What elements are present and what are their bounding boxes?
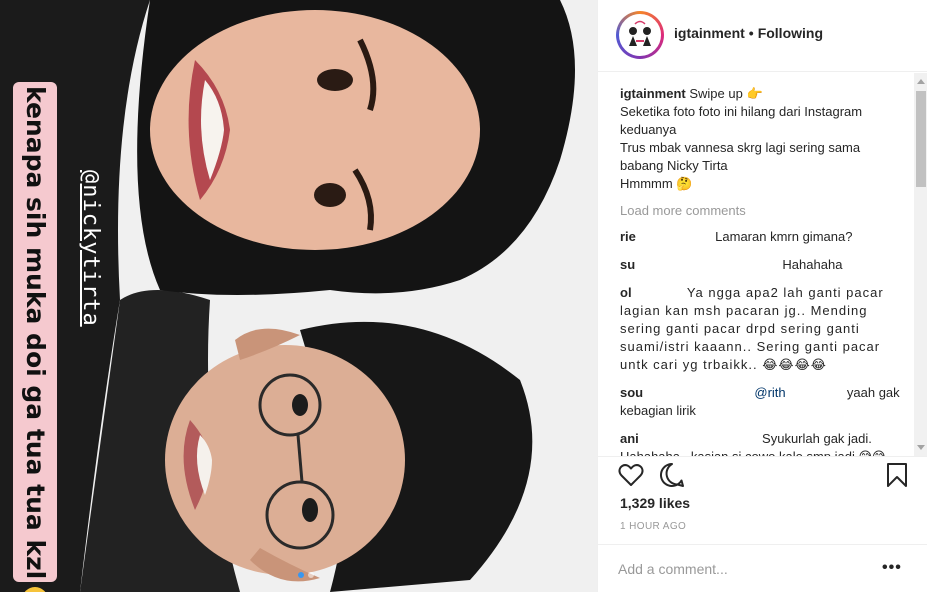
caption-username[interactable]: igtainment: [620, 86, 686, 101]
add-comment-bar: •••: [598, 544, 927, 592]
caption-first-line: Swipe up 👉: [689, 86, 763, 101]
header-username[interactable]: igtainment: [674, 25, 745, 41]
caption-line: keduanya: [620, 122, 677, 137]
comment: sou @rith yaah gak kebagian lirik: [620, 384, 905, 420]
comment-mention[interactable]: @rith: [754, 385, 785, 400]
add-comment-input[interactable]: [618, 559, 858, 579]
post-caption: igtainment Swipe up 👉 Seketika foto foto…: [620, 85, 905, 193]
crying-face-emoji-icon: [22, 587, 48, 592]
comment: ol Ya ngga apa2 lah ganti pacar lagian k…: [620, 284, 905, 374]
comments-scrollbar[interactable]: [914, 73, 927, 456]
scroll-down-arrow-icon[interactable]: [917, 445, 925, 450]
carousel-dot: [308, 572, 314, 578]
caption-line: Trus mbak vannesa skrg lagi sering sama: [620, 140, 861, 155]
comment-username[interactable]: su: [620, 257, 635, 272]
post-header: igtainment • Following: [598, 0, 927, 72]
comment-text: Lamaran kmrn gimana?: [715, 229, 853, 244]
avatar[interactable]: [619, 14, 661, 56]
heart-icon[interactable]: [618, 463, 644, 487]
post-sidebar: igtainment • Following igtainment Swipe up…: [597, 0, 927, 592]
comments-list[interactable]: igtainment Swipe up 👉 Seketika foto foto…: [598, 73, 927, 456]
bookmark-icon[interactable]: [886, 462, 908, 488]
likes-count[interactable]: 1,329 likes: [620, 495, 690, 511]
sticker-caption: kenapa sih muka doi ga tua tua kzl: [18, 86, 52, 592]
story-ring[interactable]: [616, 11, 664, 59]
comment-text: Syukurlah gak jadi. Hahahaha.. kasian si…: [620, 431, 886, 456]
scroll-up-arrow-icon[interactable]: [917, 79, 925, 84]
comment-text: Hahahaha: [782, 257, 843, 272]
comment: su Hahahaha: [620, 256, 905, 274]
comment-username[interactable]: sou: [620, 385, 643, 400]
comment-username[interactable]: rie: [620, 229, 636, 244]
comment-username[interactable]: ani: [620, 431, 639, 446]
post-actions: [598, 456, 927, 496]
caption-line: Hmmmm 🤔: [620, 176, 693, 191]
speech-bubble-icon[interactable]: [659, 462, 685, 488]
mention-sticker: @nickytirta: [78, 170, 103, 327]
header-user-row: igtainment • Following: [674, 25, 823, 41]
caption-line: Seketika foto foto ini hilang dari Insta…: [620, 104, 863, 119]
post-photo[interactable]: kenapa sih muka doi ga tua tua kzl @nick…: [0, 0, 597, 592]
comment: ani Syukurlah gak jadi. Hahahaha.. kasia…: [620, 430, 905, 456]
load-more-comments-button[interactable]: Load more comments: [620, 202, 905, 220]
sticker-caption-text: kenapa sih muka doi ga tua tua kzl: [21, 86, 50, 580]
carousel-indicator: [298, 572, 314, 578]
header-separator: •: [748, 25, 754, 41]
comment-text: Ya ngga apa2 lah ganti pacar lagian kan …: [620, 285, 884, 372]
carousel-dot-active: [298, 572, 304, 578]
scrollbar-thumb[interactable]: [916, 91, 926, 187]
comment: rie Lamaran kmrn gimana?: [620, 228, 905, 246]
avatar-logo-icon: [621, 16, 659, 54]
more-options-icon[interactable]: •••: [882, 559, 902, 577]
following-button[interactable]: Following: [758, 25, 823, 41]
caption-line: babang Nicky Tirta: [620, 158, 728, 173]
post-timestamp[interactable]: 1 HOUR AGO: [620, 521, 686, 532]
comment-username[interactable]: ol: [620, 285, 632, 300]
